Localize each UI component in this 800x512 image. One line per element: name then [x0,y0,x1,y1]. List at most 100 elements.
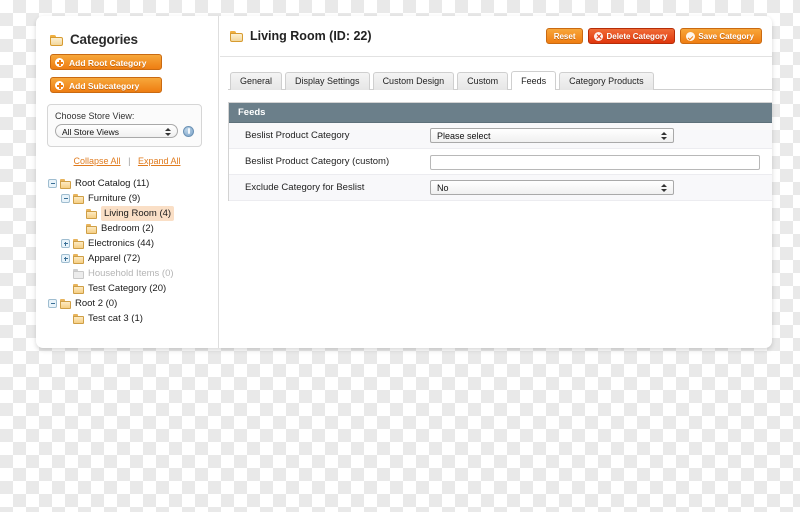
fieldset-rows: Beslist Product Category Please select Bes… [229,123,772,201]
tree-node-label: Household Items (0) [88,268,174,279]
store-view-box: Choose Store View: All Store Views [47,104,202,147]
delete-category-button[interactable]: Delete Category [588,28,676,44]
tree-controls: Collapse All | Expand All [36,156,218,166]
fieldset-legend: Feeds [229,103,772,123]
add-root-category-label: Add Root Category [69,58,147,68]
plus-circle-icon [55,58,64,67]
folder-icon [60,178,72,189]
sidebar-buttons: Add Root Category Add Subcategory [36,54,218,93]
tree-node-label: Test Category (20) [88,283,167,294]
category-tree: Root Catalog (11) Furniture (9) Living Roo… [48,176,218,326]
beslist-product-category-select[interactable]: Please select [430,128,674,143]
add-subcategory-label: Add Subcategory [69,81,140,91]
form-control-cell: No [430,180,772,195]
plus-circle-icon [55,81,64,90]
tree-node[interactable]: Test Category (20) [48,281,218,296]
exclude-category-for-beslist-label: Exclude Category for Beslist [245,182,365,193]
tree-node[interactable]: Root 2 (0) [48,296,218,311]
folder-icon [73,253,85,264]
tree-node-label: Bedroom (2) [101,223,154,234]
categories-sidebar: Categories Add Root Category Add Subcate… [36,16,219,348]
expand-toggle-icon[interactable] [61,254,70,263]
folder-icon [73,313,85,324]
admin-card: Categories Add Root Category Add Subcate… [36,16,772,348]
tree-node-label: Test cat 3 (1) [88,313,143,324]
tab-bar: General Display Settings Custom Design Cust… [228,67,772,90]
collapse-all-link[interactable]: Collapse All [74,156,121,166]
tree-node-label: Root Catalog (11) [75,178,150,189]
tree-node[interactable]: Living Room (4) [48,206,218,221]
collapse-toggle-icon[interactable] [61,194,70,203]
add-root-category-button[interactable]: Add Root Category [50,54,162,70]
delete-category-button-label: Delete Category [606,32,668,41]
feeds-fieldset: Feeds Beslist Product Category Please sel… [228,102,772,201]
chevron-updown-icon [661,130,668,142]
header-actions: Reset Delete Category Save Category [545,28,762,44]
folder-lock-icon [230,30,244,42]
tree-node[interactable]: Root Catalog (11) [48,176,218,191]
tree-node-label: Apparel (72) [88,253,141,264]
expand-all-link[interactable]: Expand All [138,156,181,166]
store-view-select[interactable]: All Store Views [55,124,178,138]
chevron-updown-icon [661,182,668,194]
page-title-label: Living Room (ID: 22) [250,29,372,43]
folder-icon [86,208,98,219]
help-icon[interactable] [183,125,194,137]
tree-node[interactable]: Bedroom (2) [48,221,218,236]
tree-node[interactable]: Apparel (72) [48,251,218,266]
tab-feeds[interactable]: Feeds [511,71,557,90]
collapse-toggle-icon[interactable] [48,299,57,308]
tree-node[interactable]: Test cat 3 (1) [48,311,218,326]
check-circle-icon [686,32,696,41]
tree-node[interactable]: Household Items (0) [48,266,218,281]
tree-node[interactable]: Electronics (44) [48,236,218,251]
tab-custom[interactable]: Custom [457,72,509,90]
folder-icon [73,268,85,279]
tree-node-label: Root 2 (0) [75,298,118,309]
folder-icon [73,238,85,249]
category-content: Living Room (ID: 22) Reset Delete Categor… [220,16,772,348]
folder-icon [73,283,85,294]
tree-node-label: Electronics (44) [88,238,154,249]
tree-node-label: Furniture (9) [88,193,141,204]
beslist-product-category-custom-input[interactable] [430,155,760,170]
tab-category-products[interactable]: Category Products [559,72,654,90]
form-row: Beslist Product Category (custom) [229,149,772,175]
tab-custom-design[interactable]: Custom Design [372,72,455,90]
add-subcategory-button[interactable]: Add Subcategory [50,77,162,93]
folder-icon [73,193,85,204]
tree-node[interactable]: Furniture (9) [48,191,218,206]
reset-button-label: Reset [553,32,576,41]
beslist-product-category-label: Beslist Product Category [245,130,350,141]
store-view-label: Choose Store View: [55,111,135,121]
sidebar-title: Categories [50,32,218,47]
reset-button[interactable]: Reset [545,28,584,44]
beslist-product-category-value: Please select [437,131,491,141]
form-control-cell: Please select [430,128,772,143]
beslist-product-category-custom-label: Beslist Product Category (custom) [245,156,390,167]
tree-node-label: Living Room (4) [101,206,175,221]
form-row: Exclude Category for Beslist No [229,175,772,201]
exclude-category-for-beslist-select[interactable]: No [430,180,674,195]
folder-lock-icon [50,34,64,46]
tab-display-settings[interactable]: Display Settings [285,72,370,90]
folder-icon [60,298,72,309]
content-header: Living Room (ID: 22) Reset Delete Categor… [220,16,772,57]
store-view-row: All Store Views [55,124,194,138]
save-category-button[interactable]: Save Category [680,28,762,44]
collapse-toggle-icon[interactable] [48,179,57,188]
expand-toggle-icon[interactable] [61,239,70,248]
page-title: Living Room (ID: 22) [230,29,372,43]
chevron-updown-icon [165,126,172,137]
form-row: Beslist Product Category Please select [229,123,772,149]
control-separator: | [128,156,131,166]
tab-general[interactable]: General [230,72,283,90]
form-control-cell [430,153,772,171]
sidebar-title-label: Categories [70,32,138,47]
cross-circle-icon [594,32,604,41]
